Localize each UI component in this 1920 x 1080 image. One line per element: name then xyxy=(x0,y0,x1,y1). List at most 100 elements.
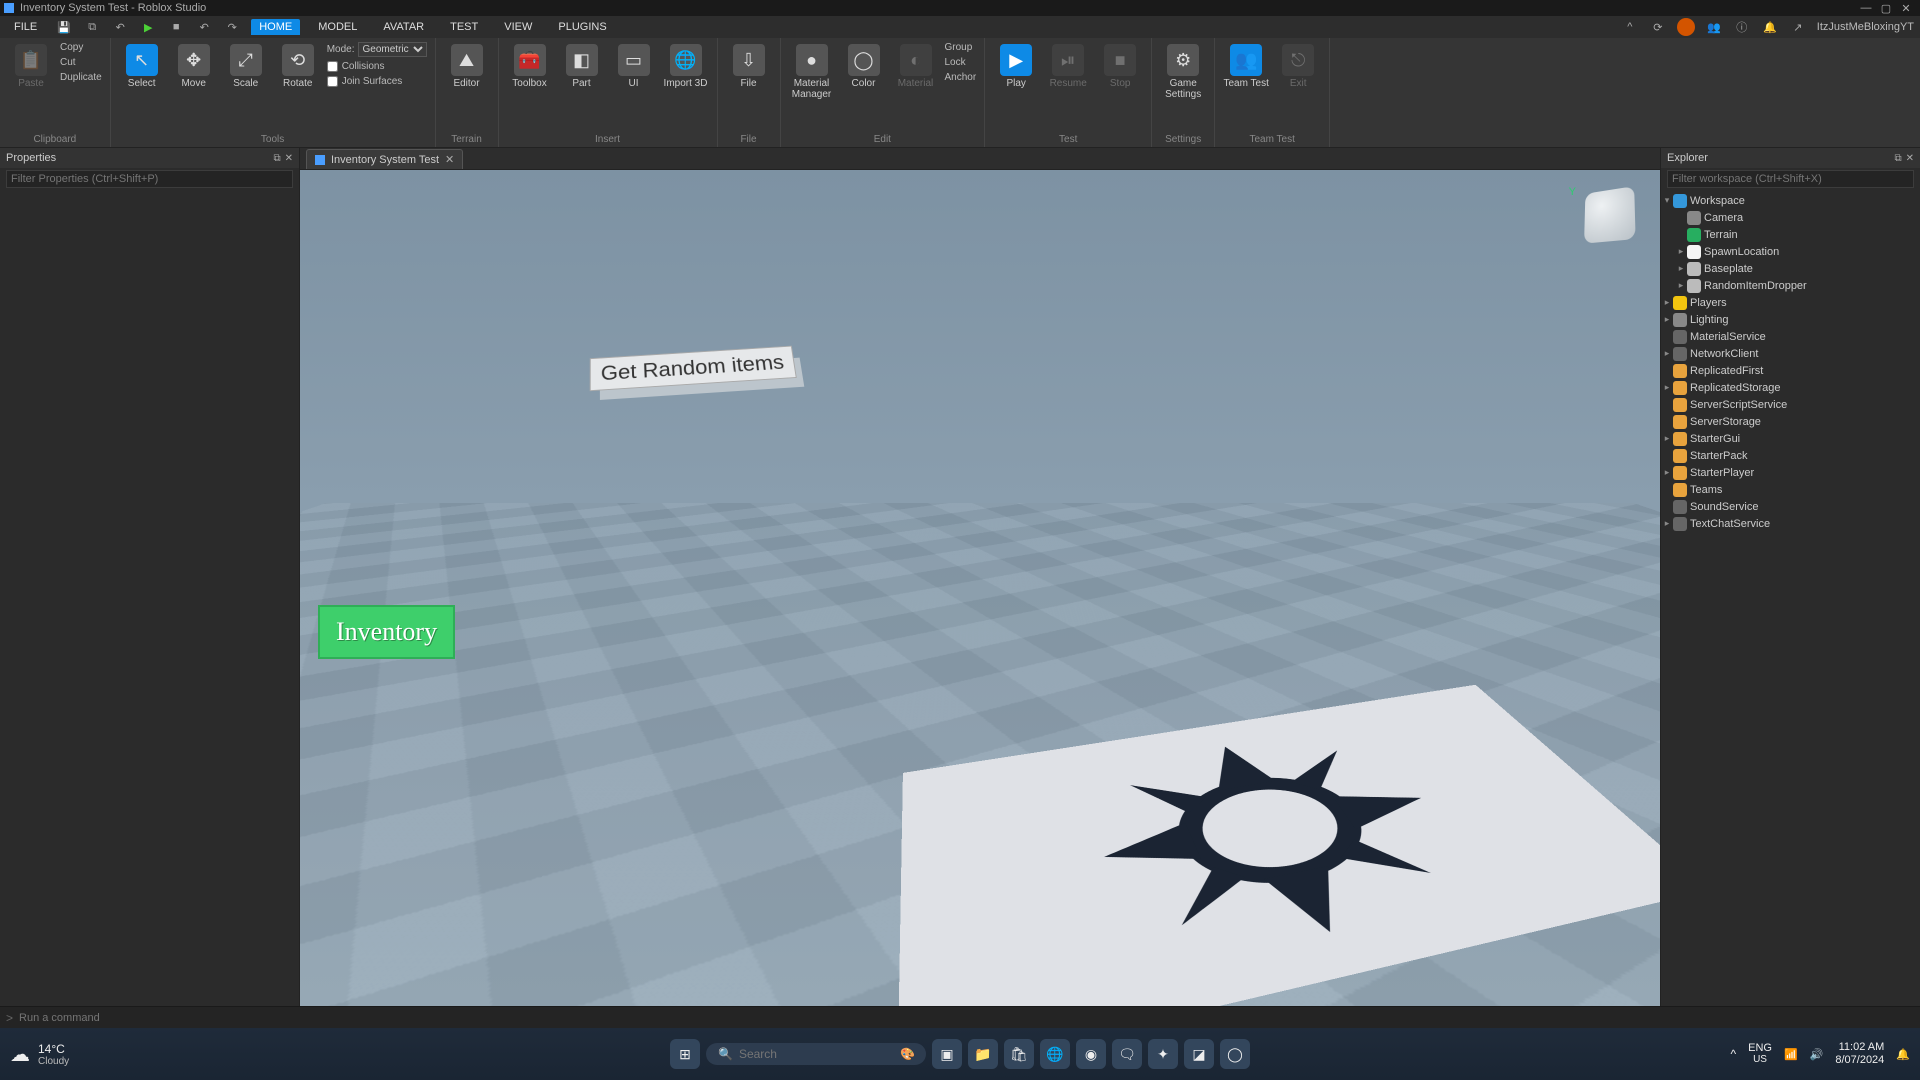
taskbar-search[interactable]: 🔍 🎨 xyxy=(706,1043,926,1065)
explorer-close-icon[interactable]: ✕ xyxy=(1906,153,1914,164)
tree-replicatedfirst[interactable]: ReplicatedFirst xyxy=(1661,362,1920,379)
properties-filter-input[interactable] xyxy=(6,170,293,188)
group-button[interactable]: Group xyxy=(945,42,977,53)
tree-baseplate[interactable]: ▸Baseplate xyxy=(1661,260,1920,277)
material-manager-button[interactable]: ●Material Manager xyxy=(789,42,835,100)
share-icon[interactable]: ↗ xyxy=(1789,18,1807,36)
menu-view[interactable]: VIEW xyxy=(496,19,540,35)
input-lang[interactable]: ENG xyxy=(1748,1042,1772,1054)
taskbar-chrome-icon[interactable]: 🌐 xyxy=(1040,1039,1070,1069)
menu-home[interactable]: HOME xyxy=(251,19,300,35)
menu-avatar[interactable]: AVATAR xyxy=(375,19,432,35)
qa-undo2-icon[interactable]: ↶ xyxy=(195,18,213,36)
resume-button[interactable]: ⏯Resume xyxy=(1045,42,1091,89)
menu-model[interactable]: MODEL xyxy=(310,19,365,35)
taskbar-app1-icon[interactable]: ◉ xyxy=(1076,1039,1106,1069)
taskbar-search-input[interactable] xyxy=(739,1047,894,1061)
tree-randomitemdropper[interactable]: ▸RandomItemDropper xyxy=(1661,277,1920,294)
start-button[interactable]: ⊞ xyxy=(670,1039,700,1069)
user-avatar[interactable] xyxy=(1677,18,1695,36)
taskbar-app2-icon[interactable]: ✦ xyxy=(1148,1039,1178,1069)
rotate-tool[interactable]: ⟲Rotate xyxy=(275,42,321,89)
explorer-popout-icon[interactable]: ⧉ xyxy=(1894,153,1901,164)
qa-redo-icon[interactable]: ↷ xyxy=(223,18,241,36)
taskbar-store-icon[interactable]: 🛍 xyxy=(1004,1039,1034,1069)
tree-lighting[interactable]: ▸Lighting xyxy=(1661,311,1920,328)
play-button[interactable]: ▶Play xyxy=(993,42,1039,89)
menu-plugins[interactable]: PLUGINS xyxy=(550,19,614,35)
tree-soundservice[interactable]: SoundService xyxy=(1661,498,1920,515)
tree-workspace[interactable]: ▾Workspace xyxy=(1661,192,1920,209)
tree-networkclient[interactable]: ▸NetworkClient xyxy=(1661,345,1920,362)
tree-replicatedstorage[interactable]: ▸ReplicatedStorage xyxy=(1661,379,1920,396)
qa-undo-icon[interactable]: ↶ xyxy=(111,18,129,36)
taskbar-discord-icon[interactable]: 🗨 xyxy=(1112,1039,1142,1069)
material-button[interactable]: ◐Material xyxy=(893,42,939,89)
game-settings-button[interactable]: ⚙Game Settings xyxy=(1160,42,1206,100)
tree-textchatservice[interactable]: ▸TextChatService xyxy=(1661,515,1920,532)
tree-terrain[interactable]: Terrain xyxy=(1661,226,1920,243)
document-tab[interactable]: Inventory System Test ✕ xyxy=(306,149,463,169)
qa-save-icon[interactable]: 💾 xyxy=(55,18,73,36)
taskbar-obs-icon[interactable]: ◯ xyxy=(1220,1039,1250,1069)
help-icon[interactable]: ⓘ xyxy=(1733,18,1751,36)
tree-materialservice[interactable]: MaterialService xyxy=(1661,328,1920,345)
join-surfaces-checkbox[interactable]: Join Surfaces xyxy=(327,76,427,87)
tree-serverstorage[interactable]: ServerStorage xyxy=(1661,413,1920,430)
mode-dropdown[interactable]: Geometric xyxy=(358,42,427,57)
tree-camera[interactable]: Camera xyxy=(1661,209,1920,226)
menu-test[interactable]: TEST xyxy=(442,19,486,35)
team-test-button[interactable]: 👥Team Test xyxy=(1223,42,1269,89)
lock-button[interactable]: Lock xyxy=(945,57,977,68)
minimize-button[interactable]: — xyxy=(1856,2,1876,14)
qa-stop-icon[interactable]: ■ xyxy=(167,18,185,36)
explorer-filter-input[interactable] xyxy=(1667,170,1914,188)
qa-clone-icon[interactable]: ⧉ xyxy=(83,18,101,36)
collab-icon[interactable]: 👥 xyxy=(1705,18,1723,36)
toolbox-button[interactable]: 🧰Toolbox xyxy=(507,42,553,89)
view-cube[interactable] xyxy=(1584,186,1636,244)
stop-button[interactable]: ■Stop xyxy=(1097,42,1143,89)
wifi-icon[interactable]: 📶 xyxy=(1784,1048,1798,1061)
menu-file[interactable]: FILE xyxy=(6,19,45,35)
copy-button[interactable]: Copy xyxy=(60,42,102,53)
properties-popout-icon[interactable]: ⧉ xyxy=(273,153,280,164)
tree-starterplayer[interactable]: ▸StarterPlayer xyxy=(1661,464,1920,481)
tab-close-icon[interactable]: ✕ xyxy=(445,153,454,166)
viewport[interactable]: Get Random items Inventory Y xyxy=(300,170,1660,1006)
ui-button[interactable]: ▭UI xyxy=(611,42,657,89)
tree-spawnlocation[interactable]: ▸SpawnLocation xyxy=(1661,243,1920,260)
scale-tool[interactable]: ⤢Scale xyxy=(223,42,269,89)
tree-teams[interactable]: Teams xyxy=(1661,481,1920,498)
command-input[interactable] xyxy=(19,1012,1914,1024)
import-3d-button[interactable]: 🌐Import 3D xyxy=(663,42,709,89)
taskbar-roblox-icon[interactable]: ◪ xyxy=(1184,1039,1214,1069)
tree-starterpack[interactable]: StarterPack xyxy=(1661,447,1920,464)
collapse-ribbon-icon[interactable]: ^ xyxy=(1621,18,1639,36)
tray-overflow-icon[interactable]: ^ xyxy=(1730,1047,1736,1061)
terrain-editor-button[interactable]: ⛰Editor xyxy=(444,42,490,89)
move-tool[interactable]: ✥Move xyxy=(171,42,217,89)
anchor-button[interactable]: Anchor xyxy=(945,72,977,83)
tree-players[interactable]: ▸Players xyxy=(1661,294,1920,311)
select-tool[interactable]: ↖Select xyxy=(119,42,165,89)
qa-play-icon[interactable]: ▶ xyxy=(139,18,157,36)
taskbar-explorer-icon[interactable]: 📁 xyxy=(968,1039,998,1069)
properties-close-icon[interactable]: ✕ xyxy=(285,153,293,164)
duplicate-button[interactable]: Duplicate xyxy=(60,72,102,83)
maximize-button[interactable]: ▢ xyxy=(1876,2,1896,15)
collisions-checkbox[interactable]: Collisions xyxy=(327,61,427,72)
notifications-tray-icon[interactable]: 🔔 xyxy=(1896,1048,1910,1061)
inventory-button[interactable]: Inventory xyxy=(318,605,455,659)
tree-serverscriptservice[interactable]: ServerScriptService xyxy=(1661,396,1920,413)
part-button[interactable]: ◧Part xyxy=(559,42,605,89)
taskbar-weather[interactable]: ☁ 14°C Cloudy xyxy=(10,1042,69,1067)
file-import-button[interactable]: ⇩File xyxy=(726,42,772,89)
color-button[interactable]: ◯Color xyxy=(841,42,887,89)
cut-button[interactable]: Cut xyxy=(60,57,102,68)
input-region[interactable]: US xyxy=(1748,1054,1772,1066)
paste-button[interactable]: 📋Paste xyxy=(8,42,54,89)
team-exit-button[interactable]: ⎋Exit xyxy=(1275,42,1321,89)
close-window-button[interactable]: ✕ xyxy=(1896,2,1916,15)
task-view-button[interactable]: ▣ xyxy=(932,1039,962,1069)
